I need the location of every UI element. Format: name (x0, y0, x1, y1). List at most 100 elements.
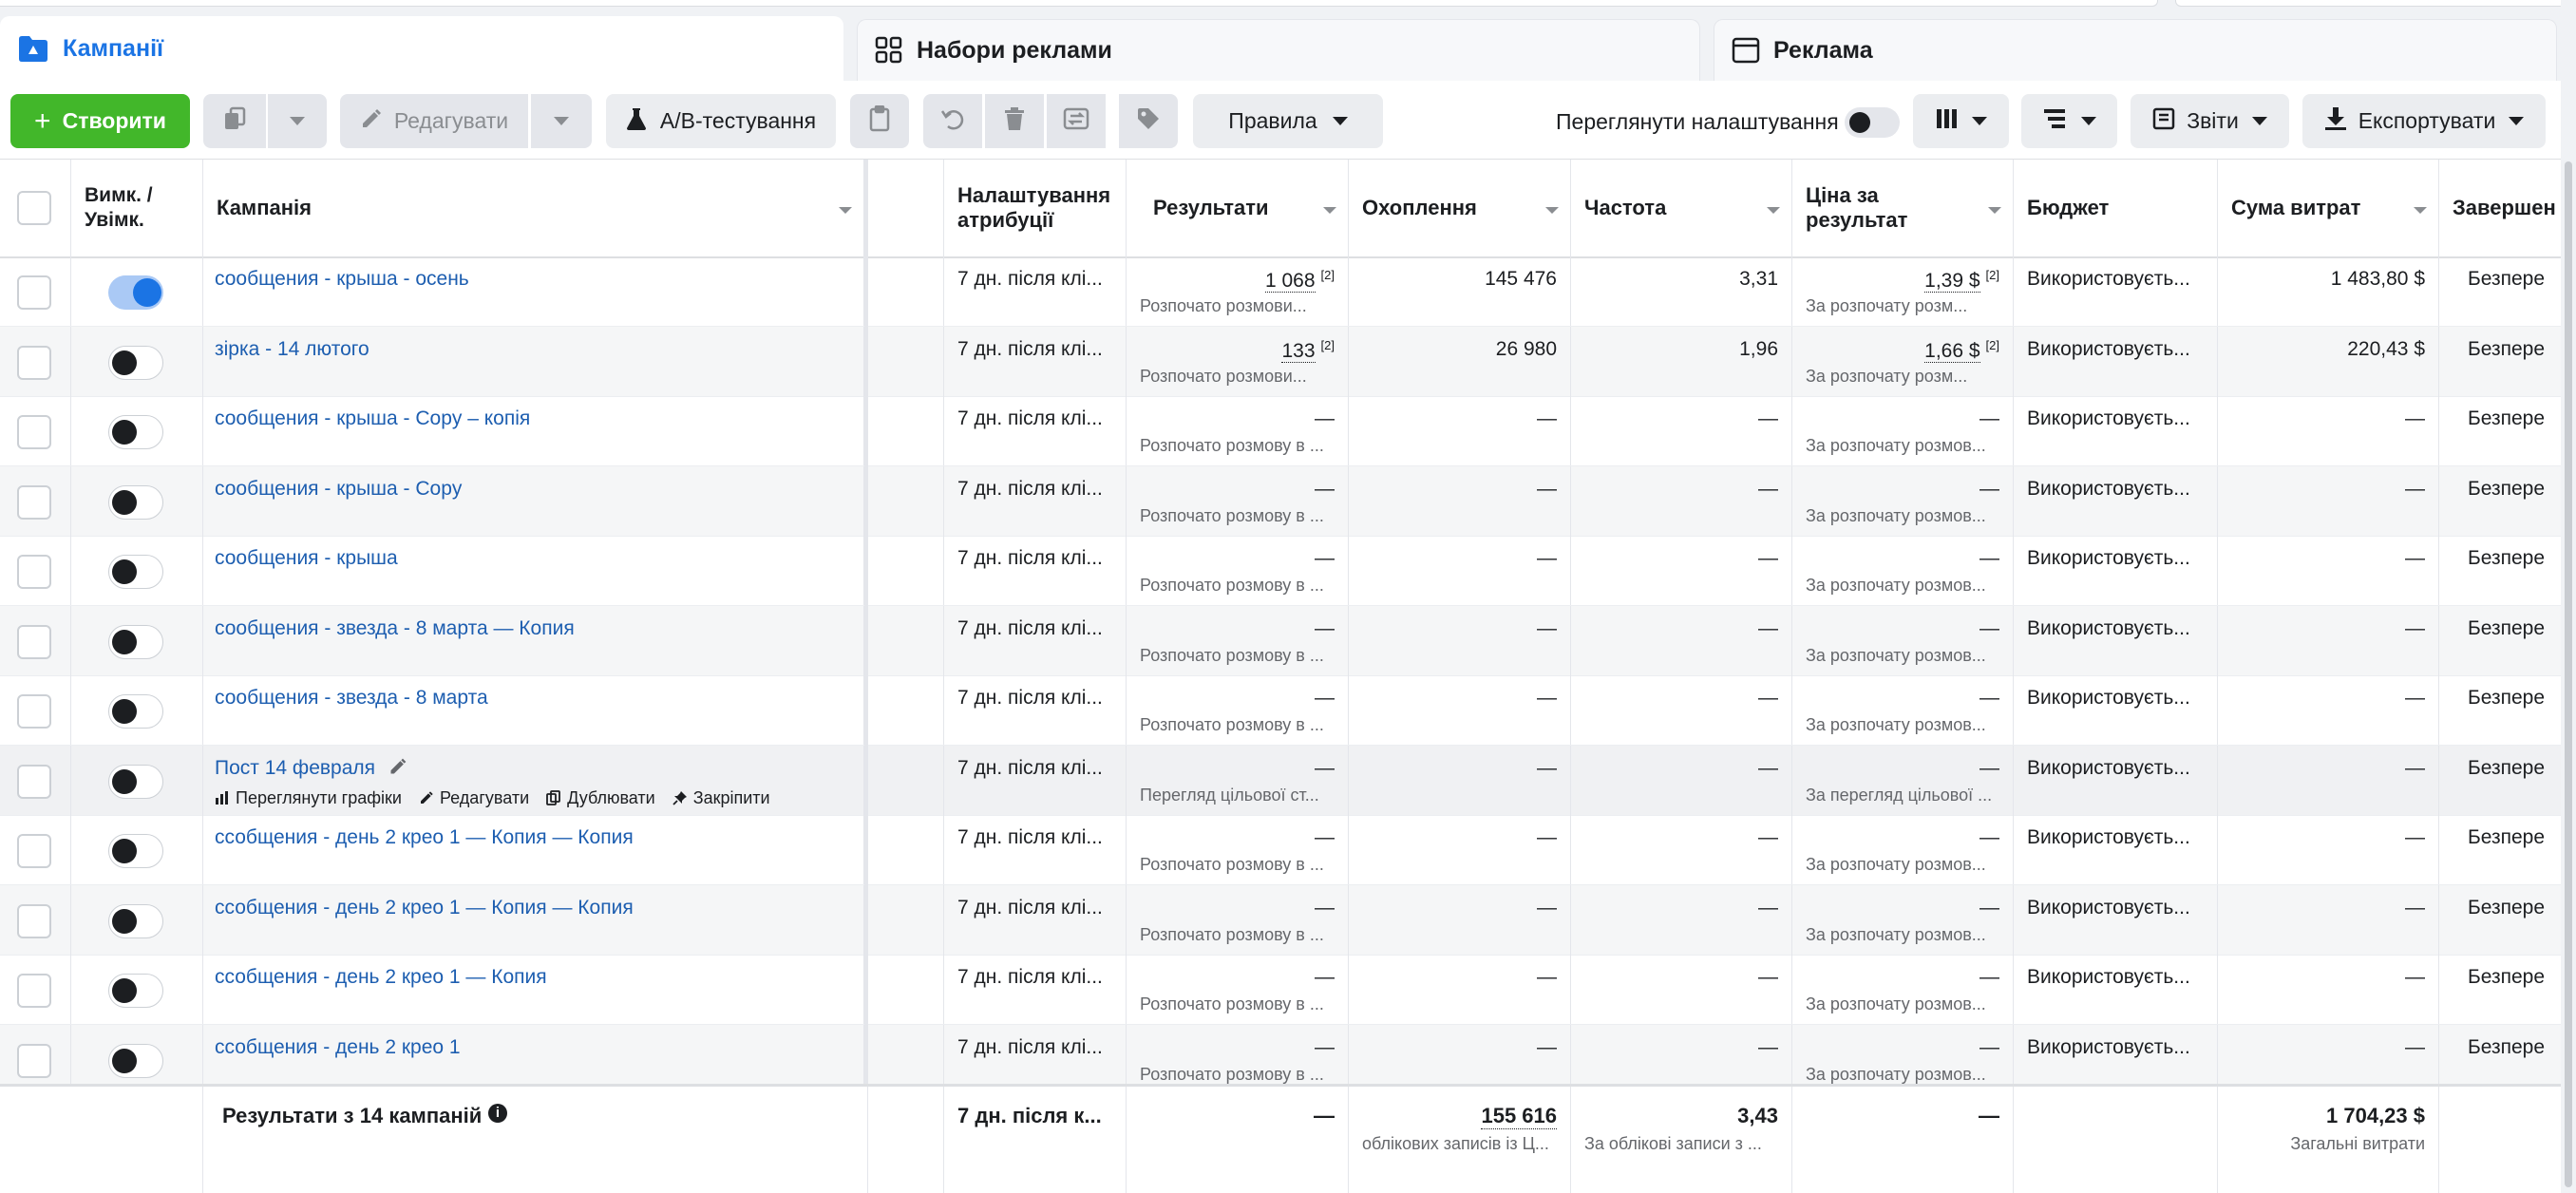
campaign-toggle[interactable] (108, 275, 163, 310)
table-row[interactable]: сообщения - звезда - 8 марта — Копия 7 дн… (0, 605, 2561, 676)
create-button[interactable]: + Створити (10, 94, 190, 148)
campaign-name-link[interactable]: ссобщения - день 2 крео 1 — Копия (215, 966, 547, 989)
header-frequency[interactable]: Частота (1571, 160, 1792, 256)
table-row[interactable]: ссобщения - день 2 крео 1 — Копия 7 дн. п… (0, 955, 2561, 1025)
header-toggle[interactable]: Вимк. / Увімк. (71, 160, 203, 256)
row-action-view_charts[interactable]: Переглянути графіки (215, 788, 402, 808)
vertical-scrollbar[interactable] (2561, 0, 2576, 1193)
clipboard-button[interactable] (850, 94, 909, 148)
duplicate-dropdown-button[interactable] (268, 94, 327, 148)
campaign-name-link[interactable]: сообщения - крыша - Copy (215, 478, 462, 501)
row-checkbox[interactable] (17, 624, 51, 659)
row-checkbox[interactable] (17, 764, 51, 799)
campaign-toggle[interactable] (108, 834, 163, 868)
pencil-icon[interactable] (388, 757, 407, 781)
campaign-toggle[interactable] (108, 415, 163, 449)
folder-icon (17, 34, 49, 63)
header-amount-spent[interactable]: Сума витрат (2218, 160, 2439, 256)
campaign-name-link[interactable]: сообщения - звезда - 8 марта — Копия (215, 617, 575, 640)
tab-campaigns[interactable]: Кампанії (0, 16, 843, 81)
cell-results-value: — (1315, 1036, 1335, 1059)
tab-ad-sets[interactable]: Набори реклами (857, 19, 1700, 81)
campaign-name-link[interactable]: сообщения - крыша - Copy – копія (215, 407, 530, 430)
campaign-name-link[interactable]: зірка - 14 лютого (215, 338, 369, 361)
header-results[interactable]: Результати (1127, 160, 1349, 256)
campaign-toggle[interactable] (108, 345, 163, 380)
cell-budget-value: Використовуєть... (2027, 756, 2190, 779)
campaign-name-link[interactable]: ссобщения - день 2 крео 1 (215, 1036, 461, 1059)
campaign-toggle[interactable] (108, 903, 163, 938)
cell-spent-value: 220,43 $ (2347, 337, 2425, 360)
campaign-toggle[interactable] (108, 624, 163, 659)
tag-button[interactable] (1119, 94, 1178, 148)
row-checkbox[interactable] (17, 1043, 51, 1078)
tab-campaigns-label: Кампанії (63, 34, 164, 62)
header-ends[interactable]: Завершен (2439, 160, 2561, 256)
tab-ads[interactable]: Реклама (1714, 19, 2557, 81)
row-checkbox[interactable] (17, 694, 51, 729)
footer-reach: 155 616 облікових записів із Ц... (1349, 1087, 1571, 1193)
campaign-name-link[interactable]: сообщения - крыша - осень (215, 268, 469, 291)
header-ends-label: Завершен (2453, 196, 2556, 219)
row-checkbox[interactable] (17, 834, 51, 868)
row-checkbox[interactable] (17, 345, 51, 380)
cell-check (0, 465, 71, 536)
row-action-edit[interactable]: Редагувати (419, 788, 529, 808)
table-row[interactable]: ссобщения - день 2 крео 1 — Копия — Копи… (0, 815, 2561, 885)
cost-subtitle: За розпочату розмов... (1806, 1064, 1986, 1084)
table-row[interactable]: сообщения - крыша - осень 7 дн. після клі… (0, 256, 2561, 327)
campaign-name-link[interactable]: ссобщения - день 2 крео 1 — Копия — Копи… (215, 897, 634, 919)
row-checkbox[interactable] (17, 974, 51, 1008)
table-row[interactable]: сообщения - крыша - Copy 7 дн. після клі.… (0, 465, 2561, 537)
cell-attribution-value: 7 дн. після клі... (957, 477, 1103, 500)
campaign-name-link[interactable]: ссобщения - день 2 крео 1 — Копия — Копи… (215, 826, 634, 849)
campaign-toggle[interactable] (108, 484, 163, 520)
select-all-checkbox[interactable] (17, 191, 51, 225)
view-settings-toggle[interactable] (1845, 107, 1900, 138)
export-button[interactable]: Експортувати (2302, 94, 2546, 148)
table-row[interactable]: сообщения - звезда - 8 марта 7 дн. після … (0, 675, 2561, 746)
duplicate-button[interactable] (203, 94, 266, 148)
campaign-name-link[interactable]: сообщения - крыша (215, 547, 398, 570)
delete-button[interactable] (985, 94, 1044, 148)
header-campaign[interactable]: Кампанія (203, 160, 864, 256)
header-cost-per-result[interactable]: Ціна за результат (1792, 160, 2014, 256)
edit-button[interactable]: Редагувати (340, 94, 528, 148)
breakdown-button[interactable] (2021, 94, 2117, 148)
rules-button[interactable]: Правила (1193, 94, 1383, 148)
campaign-toggle[interactable] (108, 764, 163, 799)
campaign-name-link[interactable]: сообщения - звезда - 8 марта (215, 687, 488, 710)
cell-cost-value: — (1979, 407, 1999, 430)
campaign-toggle[interactable] (108, 555, 163, 589)
row-checkbox[interactable] (17, 555, 51, 589)
transfer-button[interactable] (1047, 94, 1106, 148)
reports-button[interactable]: Звіти (2131, 94, 2289, 148)
header-attribution[interactable]: Налаштування атрибуції (944, 160, 1127, 256)
table-row[interactable]: сообщения - крыша - Copy – копія 7 дн. пі… (0, 396, 2561, 466)
cell-results-value: — (1315, 966, 1335, 989)
row-checkbox[interactable] (17, 275, 51, 310)
table-row[interactable]: сообщения - крыша 7 дн. після клі... — Розп… (0, 536, 2561, 606)
ab-test-button[interactable]: A/B-тестування (606, 94, 836, 148)
undo-button[interactable] (923, 94, 982, 148)
cell-attribution-value: 7 дн. після клі... (957, 896, 1103, 918)
row-action-pin[interactable]: Закріпити (672, 788, 770, 808)
campaign-toggle[interactable] (108, 1043, 163, 1078)
cell-ends: Безпере (2439, 885, 2561, 955)
campaign-toggle[interactable] (108, 694, 163, 729)
campaign-name-link[interactable]: Пост 14 февраля (215, 757, 375, 780)
table-row[interactable]: зірка - 14 лютого 7 дн. після клі... 133 [2… (0, 326, 2561, 397)
scrollbar-thumb[interactable] (2565, 161, 2572, 1187)
row-action-duplicate[interactable]: Дублювати (546, 788, 655, 808)
row-checkbox[interactable] (17, 415, 51, 449)
table-row[interactable]: ссобщения - день 2 крео 1 — Копия — Копи… (0, 884, 2561, 956)
header-reach[interactable]: Охоплення (1349, 160, 1571, 256)
cell-frequency-value: — (1758, 407, 1778, 429)
edit-dropdown-button[interactable] (531, 94, 592, 148)
table-row[interactable]: Пост 14 февраля Переглянути графіки Редагу… (0, 745, 2561, 816)
columns-button[interactable] (1913, 94, 2009, 148)
row-checkbox[interactable] (17, 903, 51, 938)
campaign-toggle[interactable] (108, 974, 163, 1008)
header-budget[interactable]: Бюджет (2014, 160, 2218, 256)
row-checkbox[interactable] (17, 484, 51, 520)
